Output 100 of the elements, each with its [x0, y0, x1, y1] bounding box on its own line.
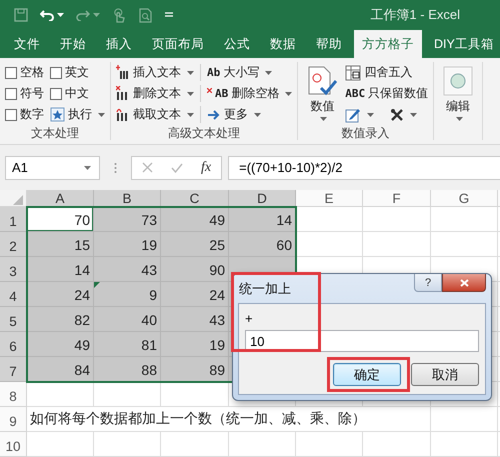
ribbon-dropdown[interactable]: 截取文本 [116, 106, 194, 123]
empty-cell [161, 432, 229, 457]
value-field[interactable]: 10 [245, 330, 479, 352]
ribbon-large-button[interactable]: 数值 [303, 66, 342, 121]
row-header[interactable]: 4 [0, 282, 27, 307]
ok-button[interactable]: 确定 [333, 363, 401, 386]
empty-cell [296, 432, 363, 457]
checkbox[interactable] [50, 66, 62, 78]
empty-cell [363, 432, 431, 457]
caret-icon [285, 92, 292, 96]
ribbon-tab[interactable]: 数据 [262, 30, 304, 58]
row-header[interactable]: 7 [0, 357, 27, 382]
help-button[interactable]: ? [414, 274, 442, 292]
row-header[interactable]: 5 [0, 307, 27, 332]
column-header[interactable]: A [27, 190, 94, 207]
ribbon-dropdown[interactable]: 执行 [50, 106, 105, 123]
ribbon-button[interactable]: 四舍五入 [345, 64, 428, 81]
row-header[interactable]: 8 [0, 382, 27, 407]
table-cell: 25 [161, 232, 229, 257]
delete-text-icon [116, 86, 130, 101]
checkbox[interactable] [5, 66, 17, 78]
table-cell: 49 [27, 332, 94, 357]
row-header[interactable]: 6 [0, 332, 27, 357]
cancel-button[interactable]: 取消 [411, 363, 479, 386]
table-cell: 60 [229, 232, 296, 257]
column-header[interactable]: G [431, 190, 498, 207]
table-cell: 43 [94, 257, 161, 282]
row-header[interactable]: 1 [0, 207, 27, 232]
caret-icon [456, 117, 464, 121]
table-cell: 19 [94, 232, 161, 257]
table-grid-icon [345, 64, 362, 80]
checkbox-label: 数字 [20, 106, 44, 123]
ribbon-tab[interactable]: 页面布局 [144, 30, 212, 58]
field-label: + [245, 312, 254, 326]
table-cell: 89 [161, 357, 229, 382]
dialog-title: 统一加上 [239, 280, 291, 298]
extract-text-icon [116, 107, 130, 122]
star-box-icon [50, 107, 65, 122]
caret-icon [84, 166, 91, 170]
window-title: 工作簿1 - Excel [370, 6, 460, 24]
ribbon-tab[interactable]: 插入 [98, 30, 140, 58]
empty-cell [94, 382, 161, 407]
ribbon-dropdown[interactable]: 更多 [200, 106, 292, 123]
group-label: 高级文本处理 [167, 125, 242, 142]
ribbon-dropdown[interactable]: 插入文本 [116, 64, 194, 81]
table-cell: 82 [27, 307, 94, 332]
row-header[interactable]: 2 [0, 232, 27, 257]
table-cell: 15 [27, 232, 94, 257]
row-header[interactable]: 3 [0, 257, 27, 282]
checkbox[interactable] [5, 88, 17, 100]
ribbon-large-button[interactable]: 编辑 [439, 66, 478, 121]
empty-cell [431, 407, 498, 432]
redo-icon [76, 9, 90, 21]
caret-icon [187, 92, 194, 96]
checkbox-label: 符号 [20, 85, 44, 102]
column-header[interactable]: C [161, 190, 229, 207]
insert-text-icon [116, 65, 130, 80]
ribbon-dropdown[interactable]: AB 删除空格 [200, 85, 292, 102]
empty-cell [363, 207, 431, 232]
table-cell: 14 [229, 207, 296, 232]
ribbon-tab[interactable]: 公式 [216, 30, 258, 58]
print-preview-icon [139, 8, 153, 22]
caret-icon [187, 112, 194, 116]
save-icon [14, 8, 28, 22]
column-header[interactable]: F [363, 190, 431, 207]
table-cell: 73 [94, 207, 161, 232]
table-cell: 40 [94, 307, 161, 332]
name-box[interactable]: A1 [5, 156, 100, 180]
checkbox[interactable] [5, 108, 17, 120]
caret-icon [410, 112, 417, 116]
insert-function-button[interactable]: fx [201, 160, 212, 176]
ribbon-dropdown[interactable]: Ab 大小写 [200, 64, 292, 81]
ribbon-tab[interactable]: 开始 [52, 30, 94, 58]
checkbox[interactable] [50, 88, 62, 100]
ribbon-tab[interactable]: 文件 [6, 30, 48, 58]
column-header[interactable]: D [229, 190, 296, 207]
ribbon-tab[interactable]: 方方格子 [354, 30, 422, 58]
formula-field[interactable]: =((70+10-10)*2)/2 [228, 156, 500, 180]
table-cell: 43 [161, 307, 229, 332]
ribbon-tab[interactable]: DIY工具箱 [426, 30, 500, 58]
row-header[interactable]: 10 [0, 432, 27, 457]
table-cell: 14 [27, 257, 94, 282]
column-header[interactable]: B [94, 190, 161, 207]
document-check-icon [307, 66, 338, 96]
caret-icon [187, 70, 194, 74]
arrow-right-icon [207, 108, 221, 120]
empty-cell [431, 207, 498, 232]
ribbon-tab[interactable]: 帮助 [308, 30, 350, 58]
close-icon [460, 278, 468, 286]
table-cell: 90 [161, 257, 229, 282]
checkbox-label: 英文 [65, 64, 89, 81]
column-header[interactable]: E [296, 190, 363, 207]
caret-icon [367, 112, 374, 116]
group-label: 文本处理 [30, 125, 80, 142]
close-button[interactable] [442, 274, 486, 292]
table-cell: 84 [27, 357, 94, 382]
ribbon-button[interactable]: ABC 只保留数值 [345, 85, 428, 102]
row-header[interactable]: 9 [0, 407, 27, 432]
empty-cell [94, 432, 161, 457]
ribbon-dropdown[interactable]: 删除文本 [116, 85, 194, 102]
